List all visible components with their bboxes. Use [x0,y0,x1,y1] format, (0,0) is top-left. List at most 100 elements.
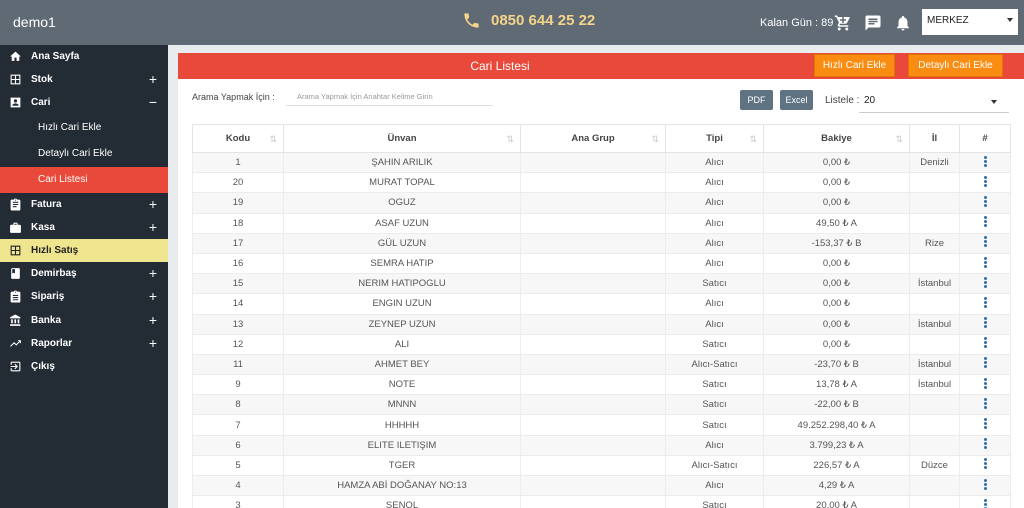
sidebar-item-hizli-satis[interactable]: Hızlı Satış [0,238,168,263]
expand-icon[interactable]: + [149,335,157,351]
cell-il [909,293,960,315]
cell-unvan: MNNN [283,394,521,416]
cell-kodu: 6 [192,434,284,456]
branch-select[interactable]: MERKEZ [922,9,1018,35]
cell-bakiye: 49.252.298,40 ₺ A [763,414,910,436]
table-row[interactable]: 15 NERIM HATIPOGLU Satıcı 0,00 ₺ İstanbul [192,273,1011,295]
table-row[interactable]: 4 HAMZA ABİ DOĞANAY NO:13 Alıcı 4,29 ₺ A [192,474,1011,497]
more-options-icon[interactable] [983,377,987,390]
expand-icon[interactable]: + [149,196,157,212]
table-row[interactable]: 12 ALI Satıcı 0,00 ₺ [192,333,1011,355]
bell-icon[interactable] [894,14,912,32]
search-input[interactable] [286,87,493,106]
sidebar-subitem-cari-listesi[interactable]: Cari Listesi [0,166,168,193]
sidebar-item-demirbas[interactable]: Demirbaş + [0,262,168,285]
cell-kodu: 3 [192,495,284,508]
sidebar-item-label: Fatura [31,198,62,210]
cell-ana-grup [520,374,666,396]
table-row[interactable]: 18 ASAF UZUN Alıcı 49,50 ₺ A [192,212,1011,234]
more-options-icon[interactable] [983,316,987,329]
more-options-icon[interactable] [983,296,987,309]
table-row[interactable]: 5 TGER Alıcı-Satıcı 226,57 ₺ A Düzce [192,454,1011,477]
cell-bakiye: 0,00 ₺ [763,313,910,335]
sidebar-item-kasa[interactable]: Kasa + [0,216,168,239]
cell-tipi: Alıcı [665,434,764,456]
column-header-il[interactable]: İl [909,124,960,153]
expand-icon[interactable]: + [149,219,157,235]
table-row[interactable]: 13 ZEYNEP UZUN Alıcı 0,00 ₺ İstanbul [192,313,1011,335]
more-options-icon[interactable] [983,498,987,508]
table-row[interactable]: 19 OGUZ Alıcı 0,00 ₺ [192,192,1011,214]
cell-kodu: 12 [192,333,284,355]
detail-add-button[interactable]: Detaylı Cari Ekle [908,54,1003,77]
excel-export-button[interactable]: Excel [780,90,813,110]
support-phone[interactable]: 0850 644 25 22 [462,11,595,30]
table-row[interactable]: 16 SEMRA HATIP Alıcı 0,00 ₺ [192,252,1011,275]
sidebar-subitem-detayli-cari-ekle[interactable]: Detaylı Cari Ekle [0,141,168,167]
invoice-icon [8,197,22,211]
cashbox-icon [8,220,22,234]
table-row[interactable]: 3 ŞENOL Satıcı 20,00 ₺ A [192,495,1011,508]
more-options-icon[interactable] [983,437,987,450]
cell-tipi: Alıcı [665,232,764,254]
column-header-ana-grup[interactable]: Ana Grup ⇅ [520,124,666,153]
more-options-icon[interactable] [983,417,987,430]
column-header-bakiye[interactable]: Bakiye ⇅ [763,124,910,153]
table-row[interactable]: 20 MURAT TOPAL Alıcı 0,00 ₺ [192,172,1011,194]
sidebar-item-raporlar[interactable]: Raporlar + [0,332,168,355]
column-header-tipi[interactable]: Tipi ⇅ [665,124,764,153]
sidebar-item-banka[interactable]: Banka + [0,309,168,332]
table-row[interactable]: 1 ŞAHIN ARILIK Alıcı 0,00 ₺ Denizli [192,151,1011,174]
sidebar-item-fatura[interactable]: Fatura + [0,193,168,216]
more-options-icon[interactable] [983,155,987,168]
cell-il [909,192,960,214]
expand-icon[interactable]: + [149,265,157,281]
sidebar-subitem-hizli-cari-ekle[interactable]: Hızlı Cari Ekle [0,115,168,141]
more-options-icon[interactable] [983,356,987,369]
more-options-icon[interactable] [983,457,987,470]
expand-icon[interactable]: + [149,288,157,304]
cell-actions [959,414,1011,436]
brand-name[interactable]: demo1 [13,14,56,30]
more-options-icon[interactable] [983,235,987,248]
table-row[interactable]: 6 ELITE ILETIŞIM Alıcı 3.799,23 ₺ A [192,434,1011,456]
message-icon[interactable] [864,14,882,32]
sidebar-item-siparis[interactable]: Sipariş + [0,285,168,308]
table-row[interactable]: 7 HHHHH Satıcı 49.252.298,40 ₺ A [192,414,1011,436]
sidebar-item-cikis[interactable]: Çıkış [0,355,168,378]
page-size-select[interactable]: 20 [859,90,1009,113]
cell-ana-grup [520,333,666,355]
more-options-icon[interactable] [983,256,987,269]
sidebar-item-ana-sayfa[interactable]: Ana Sayfa [0,45,168,68]
more-options-icon[interactable] [983,397,987,410]
more-options-icon[interactable] [983,276,987,289]
column-header-kodu[interactable]: Kodu ⇅ [192,124,284,153]
sidebar-item-cari[interactable]: Cari − [0,91,168,114]
expand-icon[interactable]: + [149,312,157,328]
pdf-export-button[interactable]: PDF [740,90,773,110]
more-options-icon[interactable] [983,336,987,349]
cart-icon[interactable] [834,14,852,32]
more-options-icon[interactable] [983,478,987,491]
fixture-icon [8,267,22,281]
cell-bakiye: -23,70 ₺ B [763,353,910,376]
sort-icon: ⇅ [269,134,277,144]
more-options-icon[interactable] [983,195,987,208]
order-icon [8,290,22,304]
quick-add-button[interactable]: Hızlı Cari Ekle [814,54,895,77]
list-label: Listele : [825,95,860,106]
table-row[interactable]: 14 ENGIN UZUN Alıcı 0,00 ₺ [192,293,1011,315]
more-options-icon[interactable] [983,215,987,228]
expand-icon[interactable]: + [149,71,157,87]
cell-ana-grup [520,151,666,174]
sidebar-item-stok[interactable]: Stok + [0,68,168,91]
table-row[interactable]: 8 MNNN Satıcı -22,00 ₺ B [192,394,1011,416]
home-icon [8,50,22,64]
cell-bakiye: 0,00 ₺ [763,273,910,295]
column-header-unvan[interactable]: Ünvan ⇅ [283,124,521,153]
more-options-icon[interactable] [983,175,987,188]
table-row[interactable]: 11 AHMET BEY Alıcı-Satıcı -23,70 ₺ B İstanbu… [192,353,1011,376]
collapse-icon[interactable]: − [149,94,157,110]
table-row[interactable]: 9 NOTE Satıcı 13,78 ₺ A İstanbul [192,374,1011,396]
table-row[interactable]: 17 GÜL UZUN Alıcı -153,37 ₺ B Rize [192,232,1011,254]
